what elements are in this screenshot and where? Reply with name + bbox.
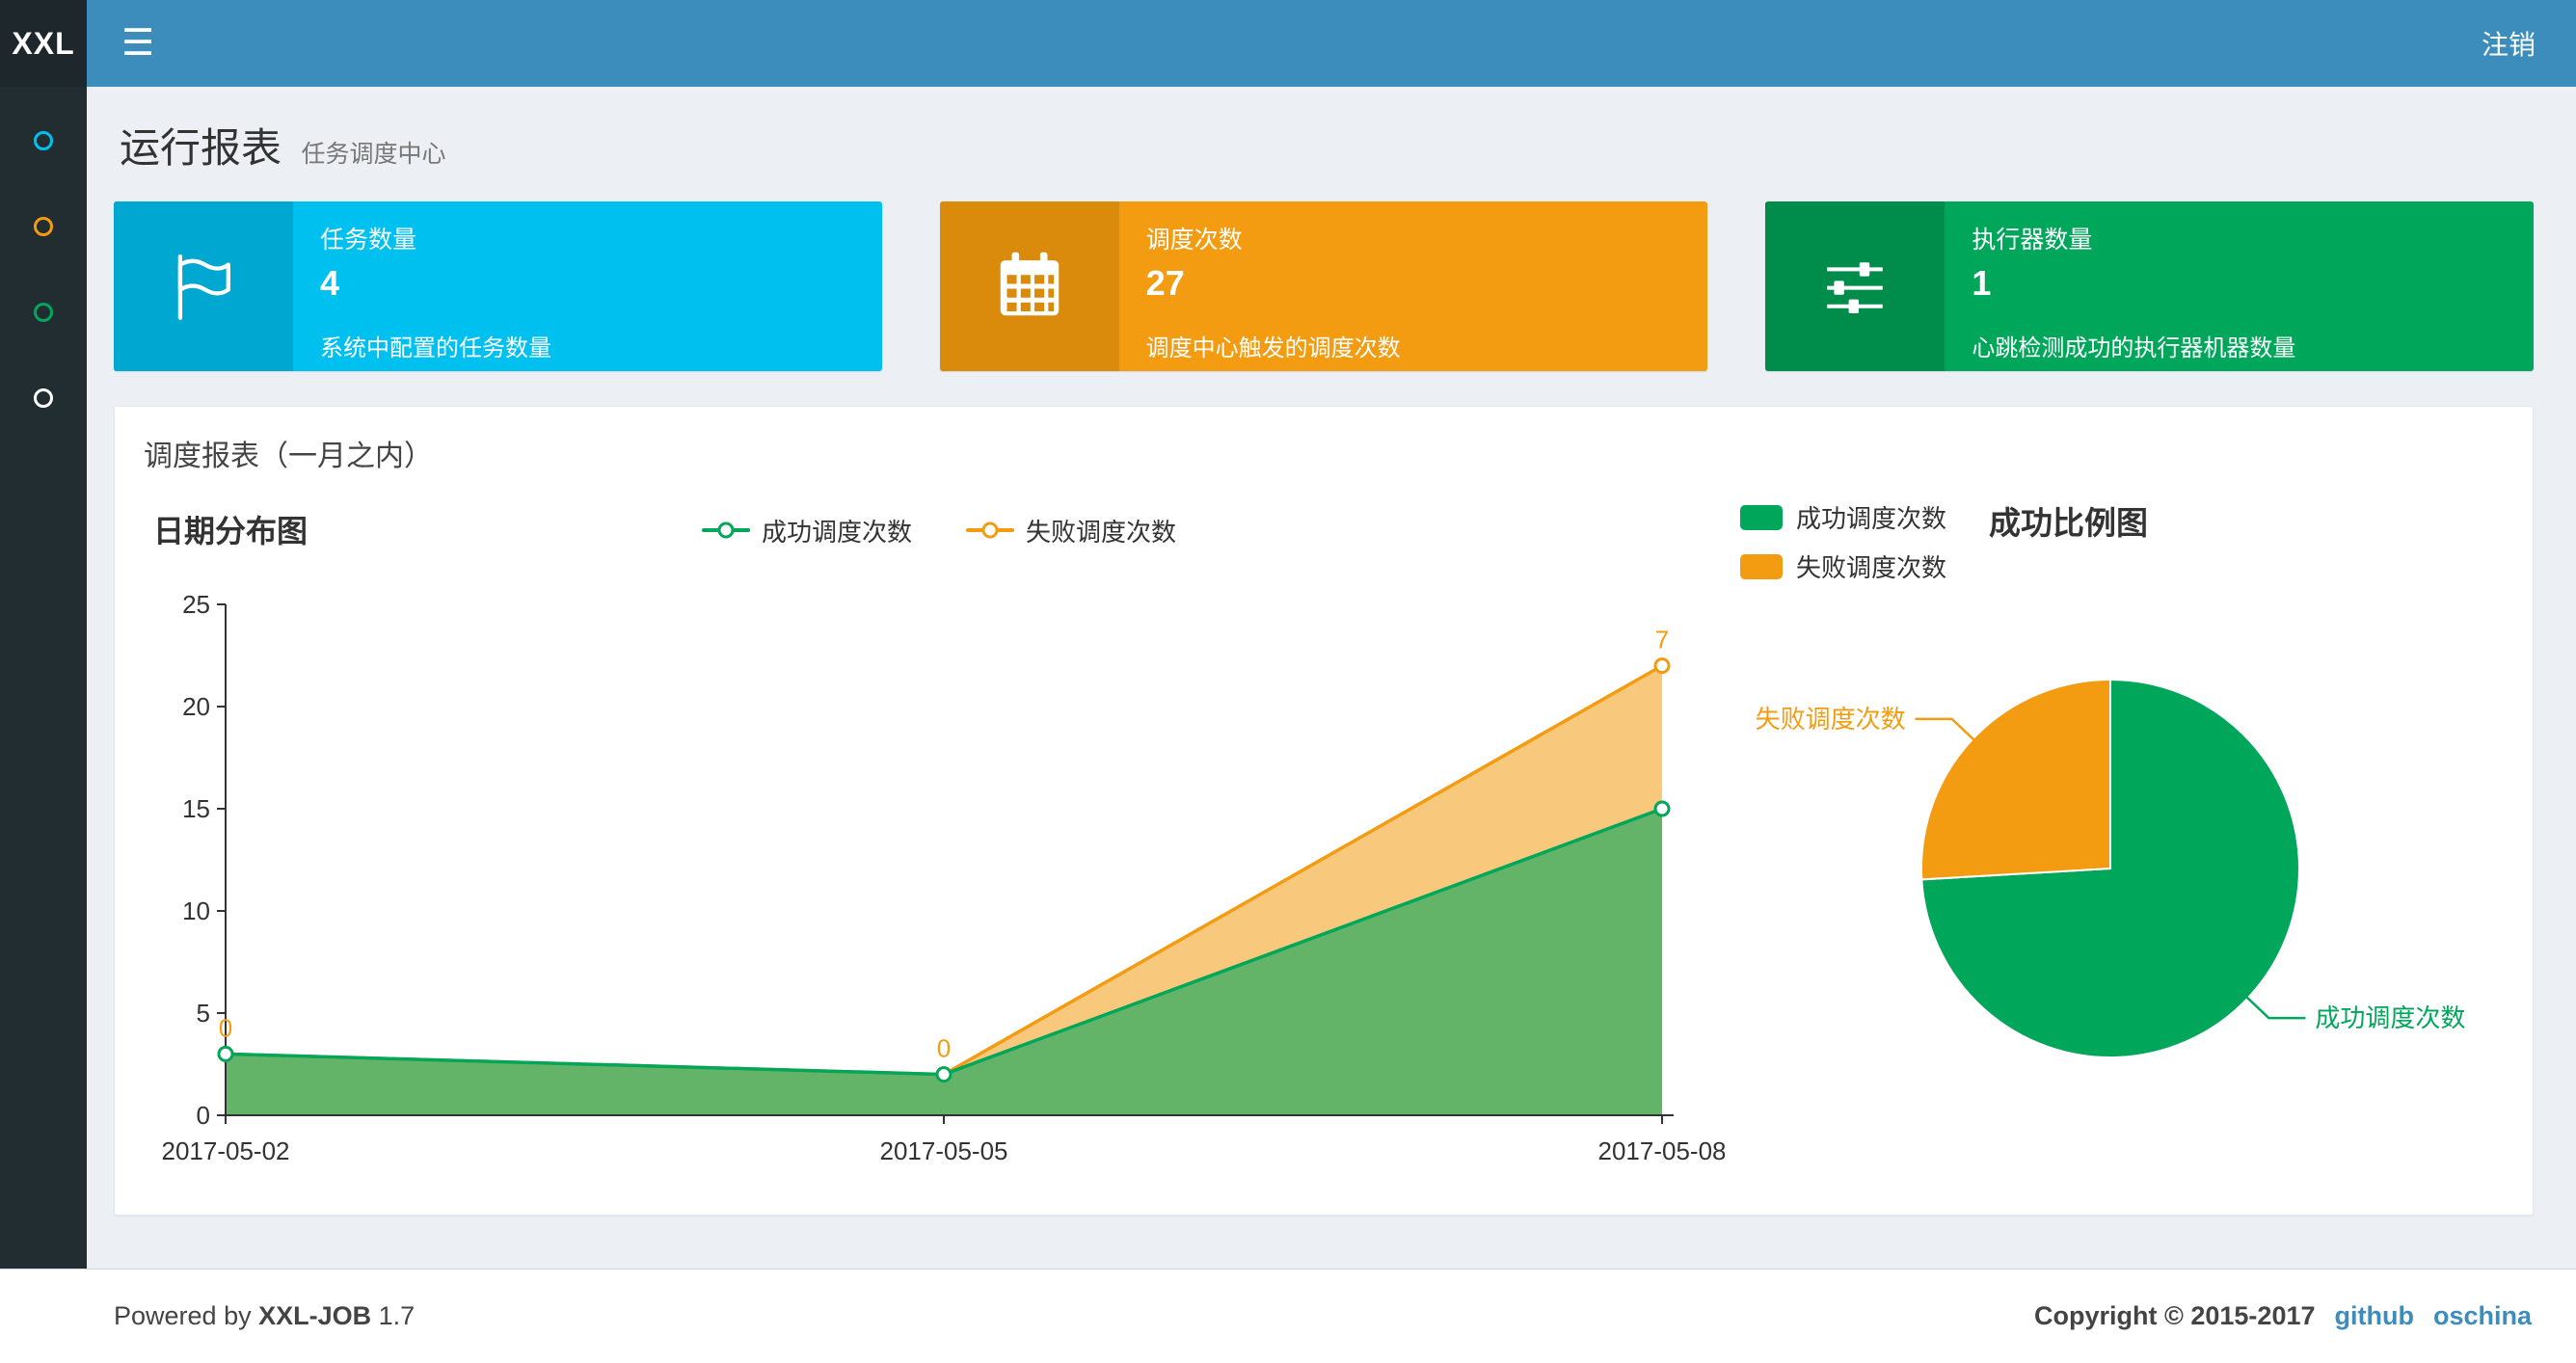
svg-text:失败调度次数: 失败调度次数 [1756, 705, 1906, 734]
svg-text:7: 7 [1655, 626, 1669, 655]
app-root: XXL ☰ 注销 运行报表 任务调度中心 任务数量 4 系统中配置的任务数量 调… [0, 0, 2576, 1363]
line-chart-legend: 成功调度次数 失败调度次数 [701, 513, 1176, 548]
svg-text:10: 10 [182, 896, 210, 925]
circle-o-icon [34, 131, 53, 150]
middle-row: 运行报表 任务调度中心 任务数量 4 系统中配置的任务数量 调度次数 27 调度… [0, 87, 2576, 1269]
info-box-executors: 执行器数量 1 心跳检测成功的执行器机器数量 [1765, 201, 2535, 371]
svg-text:15: 15 [182, 794, 210, 823]
sidebar-item-2[interactable] [26, 217, 61, 236]
date-distribution-chart-block: 日期分布图 成功调度次数 失败调度次数 0 5 10 15 20 25 2017… [153, 499, 1725, 1188]
info-box-title: 执行器数量 [1972, 227, 2093, 254]
legend-ring-icon [981, 521, 999, 539]
pie-chart-head: 成功调度次数 失败调度次数 成功比例图 [1734, 499, 2498, 584]
page-header: 运行报表 任务调度中心 [120, 116, 2534, 174]
page-subtitle: 任务调度中心 [301, 141, 446, 168]
pie-chart-title: 成功比例图 [1989, 505, 2149, 541]
legend-label: 失败调度次数 [1026, 517, 1177, 547]
svg-text:2017-05-08: 2017-05-08 [1598, 1136, 1726, 1165]
info-box-description: 调度中心触发的调度次数 [1145, 335, 1401, 361]
sidebar-item-4[interactable] [26, 388, 61, 408]
top-navbar: XXL ☰ 注销 [0, 0, 2576, 87]
legend-item-success[interactable]: 成功调度次数 [701, 513, 912, 548]
legend-item-fail[interactable]: 失败调度次数 [1740, 548, 1946, 584]
circle-o-icon [34, 303, 53, 322]
main-content: 运行报表 任务调度中心 任务数量 4 系统中配置的任务数量 调度次数 27 调度… [87, 87, 2576, 1269]
info-box-number: 27 [1145, 263, 1185, 303]
svg-text:5: 5 [197, 999, 210, 1028]
info-box-title: 任务数量 [320, 227, 417, 254]
legend-line-icon [966, 521, 1014, 539]
svg-text:0: 0 [937, 1034, 951, 1063]
circle-o-icon [34, 388, 53, 408]
info-box-content: 任务数量 4 系统中配置的任务数量 [293, 201, 882, 371]
charts-row: 日期分布图 成功调度次数 失败调度次数 0 5 10 15 20 25 2017… [115, 494, 2533, 1215]
legend-ring-icon [717, 521, 735, 539]
svg-text:0: 0 [219, 1013, 232, 1042]
oschina-link[interactable]: oschina [2433, 1301, 2532, 1331]
svg-text:2017-05-05: 2017-05-05 [880, 1136, 1008, 1165]
legend-item-fail[interactable]: 失败调度次数 [966, 513, 1176, 548]
sidebar-item-3[interactable] [26, 303, 61, 322]
date-distribution-chart[interactable]: 05101520252017-05-02 2017-05-05 2017-05-08… [153, 561, 1726, 1188]
logout-link[interactable]: 注销 [2441, 24, 2576, 63]
info-box-number: 4 [320, 263, 340, 303]
panel-title: 调度报表（一月之内） [144, 441, 433, 472]
svg-text:成功调度次数: 成功调度次数 [2315, 1003, 2465, 1032]
legend-label: 成功调度次数 [1796, 504, 1947, 533]
footer-right: Copyright © 2015-2017 github oschina [2034, 1301, 2532, 1331]
sliders-icon [1765, 201, 1945, 371]
info-box-content: 调度次数 27 调度中心触发的调度次数 [1119, 201, 1708, 371]
page-title: 运行报表 [120, 125, 282, 171]
report-panel: 调度报表（一月之内） 日期分布图 成功调度次数 失败调度次数 0 5 10 15… [114, 406, 2534, 1216]
success-ratio-chart-block: 成功调度次数 失败调度次数 成功比例图 成功调度次数 失败调度次数 [1734, 499, 2498, 1188]
info-box-description: 心跳检测成功的执行器机器数量 [1972, 335, 2296, 361]
navbar-rest: ☰ 注销 [87, 0, 2576, 87]
info-box-description: 系统中配置的任务数量 [320, 335, 551, 361]
svg-text:20: 20 [182, 692, 210, 721]
svg-text:0: 0 [197, 1101, 210, 1130]
legend-label: 失败调度次数 [1796, 553, 1947, 582]
success-ratio-chart[interactable]: 成功调度次数 失败调度次数 [1734, 594, 2482, 1134]
copyright-text: Copyright © 2015-2017 [2033, 1301, 2316, 1330]
product-name: XXL-JOB [258, 1301, 372, 1330]
legend-label: 成功调度次数 [761, 517, 912, 547]
circle-o-icon [34, 217, 53, 236]
line-chart-head: 日期分布图 成功调度次数 失败调度次数 [153, 499, 1725, 561]
info-box-triggers: 调度次数 27 调度中心触发的调度次数 [939, 201, 1708, 371]
footer: Powered by XXL-JOB 1.7 Copyright © 2015-… [0, 1269, 2576, 1363]
legend-item-success[interactable]: 成功调度次数 [1740, 499, 1946, 535]
pie-chart-legend: 成功调度次数 失败调度次数 [1740, 499, 1946, 584]
sidebar [0, 87, 87, 1269]
github-link[interactable]: github [2335, 1301, 2414, 1331]
legend-swatch-icon [1740, 504, 1783, 530]
brand-logo[interactable]: XXL [0, 0, 87, 87]
sidebar-toggle-icon[interactable]: ☰ [87, 0, 189, 87]
svg-text:2017-05-02: 2017-05-02 [162, 1136, 290, 1165]
legend-swatch-icon [1740, 553, 1783, 579]
info-box-row: 任务数量 4 系统中配置的任务数量 调度次数 27 调度中心触发的调度次数 执行… [114, 201, 2535, 371]
footer-powered-by: Powered by XXL-JOB 1.7 [114, 1301, 416, 1330]
legend-line-icon [701, 521, 750, 539]
calendar-icon [939, 201, 1119, 371]
info-box-content: 执行器数量 1 心跳检测成功的执行器机器数量 [1945, 201, 2534, 371]
line-chart-title: 日期分布图 [153, 514, 309, 548]
info-box-title: 调度次数 [1145, 227, 1243, 254]
sidebar-item-1[interactable] [26, 131, 61, 150]
info-box-jobs: 任务数量 4 系统中配置的任务数量 [114, 201, 882, 371]
info-box-number: 1 [1972, 263, 1992, 303]
flag-icon [114, 201, 293, 371]
svg-text:25: 25 [182, 590, 210, 619]
